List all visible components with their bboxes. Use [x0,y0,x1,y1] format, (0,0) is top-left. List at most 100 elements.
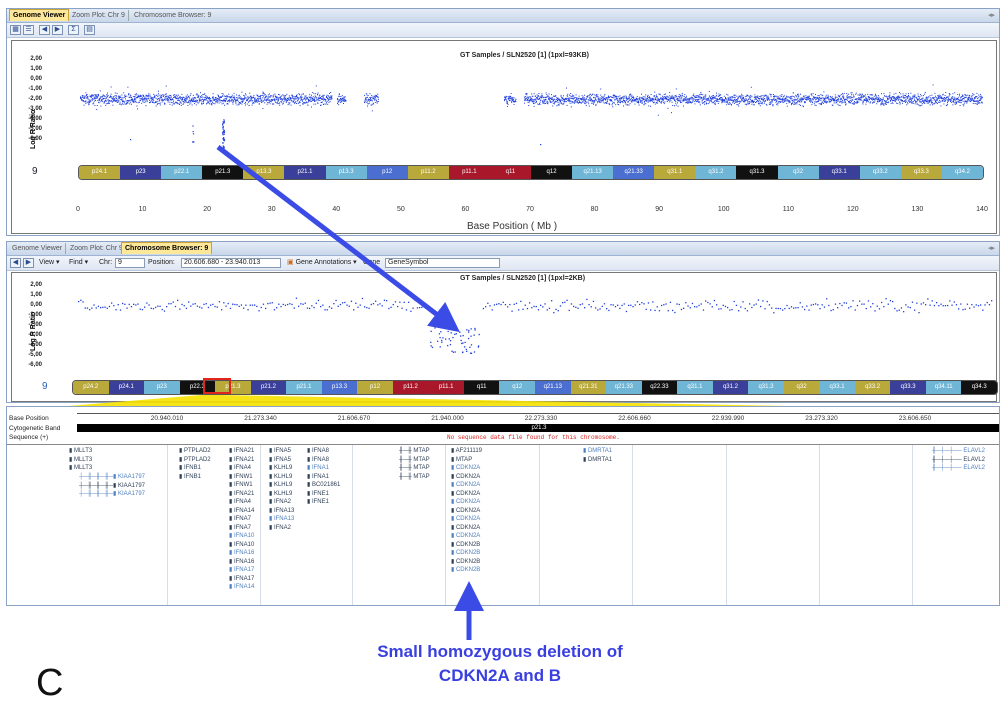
ideogram-band[interactable]: q21.33 [613,166,655,179]
gene-label[interactable]: ▮ CDKN2A [451,532,480,540]
ideogram-band[interactable]: q31.2 [712,381,749,394]
tab-chromosome-browser[interactable]: Chromosome Browser: 9 [131,10,214,21]
gene-label[interactable]: ▮ IFNE1 [307,498,329,506]
gene-label[interactable]: ▮ KLHL9 [269,473,292,481]
gene-label[interactable]: ▮ IFNA16 [229,558,254,566]
gene-label[interactable]: ▮ PTPLAD2 [179,456,211,464]
gene-label[interactable]: ▮ CDKN2B [451,541,480,549]
gene-label[interactable]: ╫─┼─┼── ELAVL2 [932,456,985,464]
ideogram-band[interactable]: q11 [489,166,531,179]
ideogram-band[interactable]: q12 [531,166,573,179]
gene-label[interactable]: ▮ CDKN2A [451,464,480,472]
gene-label[interactable]: ▮ IFNA14 [229,507,254,515]
ideogram-band[interactable]: q21.13 [572,166,614,179]
forward-icon[interactable]: ▶ [23,258,34,268]
ideogram-band[interactable]: q32 [777,166,819,179]
find-menu[interactable]: Find ▾ [69,258,88,268]
ideogram-band[interactable]: q21.13 [535,381,571,394]
ideogram-band[interactable]: p21.1 [284,166,326,179]
gene-label[interactable]: ▮ IFNA8 [307,456,329,464]
gene-label[interactable]: ╫─╫ MTAP [399,473,430,481]
ideogram-band[interactable]: q33.1 [819,381,855,394]
ideogram-band[interactable]: q11 [463,381,500,394]
gene-label[interactable]: ▮ BC021861 [307,481,340,489]
gene-label[interactable]: ▮ IFNA4 [229,464,251,472]
gene-label[interactable]: ▮ CDKN2B [451,549,480,557]
gene-label[interactable]: ▮ IFNA4 [229,498,251,506]
gene-label[interactable]: ▮ CDKN2A [451,524,480,532]
gene-label[interactable]: ▮ MTAP [451,456,472,464]
ideogram-band[interactable]: p21.3 [202,166,244,179]
gene-label[interactable]: ▮ PTPLAD2 [179,447,211,455]
ideogram-band[interactable]: p13.3 [321,381,358,394]
back-icon[interactable]: ◀ [10,258,21,268]
gene-label[interactable]: ▮ MLLT3 [69,447,92,455]
tab-genome-viewer[interactable]: Genome Viewer [9,9,70,21]
gene-label[interactable]: ┼─╫─╫─╫─▮ KIAA1797 [79,473,145,481]
gene-label[interactable]: ▮ MLLT3 [69,456,92,464]
gene-label[interactable]: ▮ IFNA7 [229,515,251,523]
ideogram-band[interactable]: p13.3 [325,166,367,179]
ideogram-band[interactable]: q22.33 [641,381,678,394]
ideogram-band[interactable]: q31.2 [695,166,737,179]
gene-label[interactable]: ▮ IFNA21 [229,456,254,464]
gene-label[interactable]: ▮ IFNB1 [179,473,201,481]
ideogram-band[interactable]: q33.3 [900,166,942,179]
gene-label[interactable]: ▮ IFNA21 [229,447,254,455]
sort-icon[interactable]: Σ [68,25,79,35]
gene-label[interactable]: ▮ IFNA17 [229,575,254,583]
gene-label[interactable]: ▮ IFNA16 [229,549,254,557]
ideogram-band[interactable]: p24.1 [79,166,121,179]
gene-symbol-select[interactable]: GeneSymbol [385,258,500,268]
gene-label[interactable]: ▮ CDKN2A [451,473,480,481]
gene-label[interactable]: ▮ CDKN2A [451,498,480,506]
gene-label[interactable]: ▮ IFNA10 [229,532,254,540]
gene-label[interactable]: ▮ IFNA5 [269,447,291,455]
ideogram-band[interactable]: q33.2 [859,166,901,179]
gene-label[interactable]: ▮ AF211119 [451,447,482,455]
gene-label[interactable]: ▮ IFNA10 [229,541,254,549]
ideogram-band[interactable]: q31.1 [654,166,696,179]
gene-label[interactable]: ▮ CDKN2A [451,507,480,515]
forward-icon[interactable]: ▶ [52,25,63,35]
gene-label[interactable]: ▮ IFNA5 [269,456,291,464]
tab-zoom-plot-2[interactable]: Zoom Plot: Chr 9 [67,243,127,254]
position-input[interactable]: 20.606.680 - 23.940.013 [181,258,281,268]
gene-label[interactable]: ▮ IFNA2 [269,524,291,532]
ideogram-band[interactable]: q31.3 [748,381,784,394]
gene-label[interactable]: ▮ DMRTA1 [583,456,612,464]
ideogram-band[interactable]: q33.2 [854,381,891,394]
ideogram-band[interactable]: p23 [120,166,162,179]
ideogram-band[interactable]: p24.2 [73,381,109,394]
tab-chromosome-browser-2[interactable]: Chromosome Browser: 9 [121,242,213,254]
gene-label[interactable]: ╫─╫ MTAP [399,464,430,472]
view-menu[interactable]: View ▾ [39,258,60,268]
ideogram-band[interactable]: p11.1 [448,166,490,179]
gene-label[interactable]: ▮ CDKN2A [451,490,480,498]
ideogram-band[interactable]: p21.2 [250,381,287,394]
chart-icon[interactable]: ▤ [84,25,95,35]
gene-label[interactable]: ▮ IFNA1 [307,464,329,472]
gene-label[interactable]: ▮ IFNW1 [229,481,253,489]
view-list-icon[interactable]: ☰ [23,25,34,35]
tab-scroll-icon-2[interactable]: ◂▸ [985,243,998,254]
ideogram-band[interactable]: p11.2 [392,381,429,394]
gene-label[interactable]: ▮ IFNA1 [307,473,329,481]
ideogram-band[interactable]: p11.1 [428,381,464,394]
ideogram-band[interactable]: p24.1 [108,381,145,394]
gene-label[interactable]: ▮ CDKN2A [451,515,480,523]
view-grid-icon[interactable]: ▦ [10,25,21,35]
gene-annotations-button[interactable]: ▣ Gene Annotations ▾ [287,258,357,268]
gene-label[interactable]: ▮ IFNA14 [229,583,254,591]
ideogram-band[interactable]: q31.3 [736,166,778,179]
tab-zoom-plot[interactable]: Zoom Plot: Chr 9 [69,10,129,21]
gene-label[interactable]: ▮ IFNA7 [229,524,251,532]
tab-scroll-icon[interactable]: ◂▸ [985,10,998,21]
ideogram-band[interactable]: q21.31 [570,381,607,394]
gene-label[interactable]: ┼─╫─╫─╫─▮ KIAA1797 [79,482,145,490]
gene-label[interactable]: ▮ IFNA13 [269,515,294,523]
gene-label[interactable]: ▮ IFNE1 [307,490,329,498]
ideogram-band[interactable]: p21.1 [286,381,322,394]
gene-label[interactable]: ▮ KLHL9 [269,464,292,472]
ideogram-band[interactable]: q21.33 [606,381,642,394]
